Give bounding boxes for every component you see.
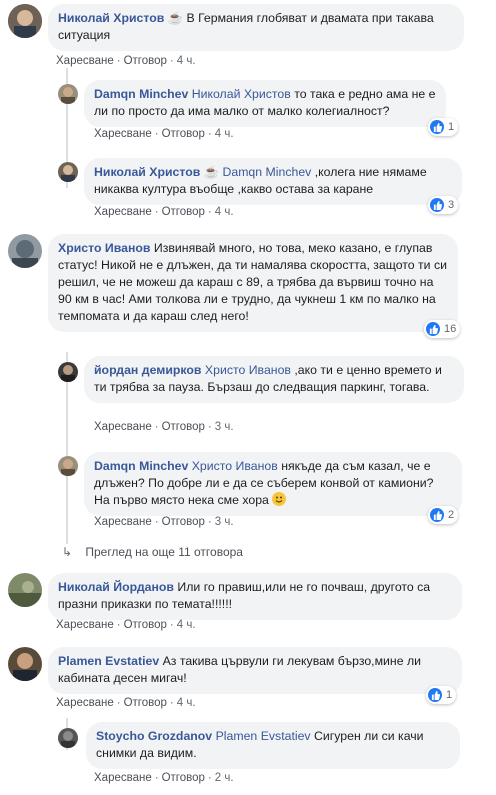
comment-bubble: йордан демирков Христо Иванов ,ако ти е … [84,356,464,403]
comment-bubble: Damqn Minchev Николай Христов то така е … [84,80,446,127]
comment-bubble: Николай Христов ☕ Damqn Minchev ,колега … [84,158,462,205]
like-button[interactable]: Харесване [56,697,114,709]
like-button[interactable]: Харесване [94,516,152,528]
timestamp[interactable]: 4 ч. [177,697,196,709]
avatar[interactable] [8,4,42,38]
avatar[interactable] [8,647,42,681]
comment-actions: Харесване · Отговор · 3 ч. [94,516,234,528]
like-count: 1 [446,689,453,701]
timestamp[interactable]: 4 ч. [215,128,234,140]
reaction-count[interactable]: 2 [428,506,459,524]
coffee-badge-icon: ☕ [167,11,184,25]
avatar[interactable] [58,84,78,104]
comment-actions: Харесване · Отговор · 3 ч. [94,421,234,433]
reply-button[interactable]: Отговор [162,206,205,218]
comment-bubble: Plamen Evstatiev Аз такива цървули ги ле… [48,647,462,694]
mention-link[interactable]: Христо Иванов [192,459,278,473]
comment-actions: Харесване · Отговор · 4 ч. [56,697,196,709]
timestamp[interactable]: 4 ч. [177,55,196,67]
avatar[interactable] [8,234,42,268]
like-count: 3 [448,199,455,211]
comment-actions: Харесване · Отговор · 4 ч. [56,619,196,631]
like-count: 16 [444,323,457,335]
reply-arrow-icon: ↳ [62,545,73,559]
comment-author[interactable]: Христо Иванов [58,241,150,255]
view-more-replies-label: Преглед на още 11 отговора [85,545,243,559]
comment-author[interactable]: Damqn Minchev [94,87,188,101]
reply-button[interactable]: Отговор [124,697,167,709]
comment-actions: Харесване · Отговор · 2 ч. [94,772,234,784]
reply-button[interactable]: Отговор [124,55,167,67]
smile-emoji-icon [272,492,287,506]
timestamp[interactable]: 3 ч. [215,421,234,433]
like-reaction-icon [428,688,442,702]
mention-link[interactable]: Христо Иванов [205,363,291,377]
comment-bubble: Христо Иванов Извинявай много, но това, … [48,234,458,332]
timestamp[interactable]: 4 ч. [177,619,196,631]
like-button[interactable]: Харесване [94,772,152,784]
comment-author[interactable]: Николай Христов [94,165,200,179]
reply-button[interactable]: Отговор [162,772,205,784]
comment-actions: Харесване · Отговор · 4 ч. [94,206,234,218]
like-button[interactable]: Харесване [56,55,114,67]
comment-author[interactable]: Николай Христов [58,11,164,25]
view-more-replies-link[interactable]: ↳ Преглед на още 11 отговора [62,545,243,559]
coffee-badge-icon: ☕ [203,165,220,179]
comment-author[interactable]: Stoycho Grozdanov [96,729,212,743]
like-reaction-icon [430,198,444,212]
comment-author[interactable]: Plamen Evstatiev [58,654,159,668]
avatar[interactable] [8,573,42,607]
timestamp[interactable]: 2 ч. [215,772,234,784]
comment-author[interactable]: Николай Йорданов [58,580,174,594]
like-button[interactable]: Харесване [94,206,152,218]
like-reaction-icon [430,508,444,522]
like-button[interactable]: Харесване [94,128,152,140]
reply-button[interactable]: Отговор [162,516,205,528]
like-count: 2 [448,509,455,521]
like-count: 1 [448,121,455,133]
like-button[interactable]: Харесване [94,421,152,433]
like-reaction-icon [426,322,440,336]
like-button[interactable]: Харесване [56,619,114,631]
mention-link[interactable]: Николай Христов [192,87,291,101]
avatar[interactable] [58,728,78,748]
comment-bubble: Stoycho Grozdanov Plamen Evstatiev Сигур… [86,722,460,769]
comment-bubble: Damqn Minchev Христо Иванов някъде да съ… [84,452,462,516]
avatar[interactable] [58,362,78,382]
like-reaction-icon [430,120,444,134]
comment-bubble: Николай Йорданов Или го правиш,или не го… [48,573,462,620]
reaction-count[interactable]: 16 [424,320,461,338]
avatar[interactable] [58,162,78,182]
reply-button[interactable]: Отговор [124,619,167,631]
reply-button[interactable]: Отговор [162,421,205,433]
comment-author[interactable]: йордан демирков [94,363,201,377]
mention-link[interactable]: Plamen Evstatiev [216,729,311,743]
timestamp[interactable]: 4 ч. [215,206,234,218]
reaction-count[interactable]: 3 [428,196,459,214]
comment-actions: Харесване · Отговор · 4 ч. [56,55,196,67]
reaction-count[interactable]: 1 [426,686,457,704]
avatar[interactable] [58,456,78,476]
comment-actions: Харесване · Отговор · 4 ч. [94,128,234,140]
reply-button[interactable]: Отговор [162,128,205,140]
timestamp[interactable]: 3 ч. [215,516,234,528]
mention-link[interactable]: Damqn Minchev [222,165,311,179]
comment-author[interactable]: Damqn Minchev [94,459,188,473]
reaction-count[interactable]: 1 [428,118,459,136]
comment-bubble: Николай Христов ☕ В Германия глобяват и … [48,4,464,51]
